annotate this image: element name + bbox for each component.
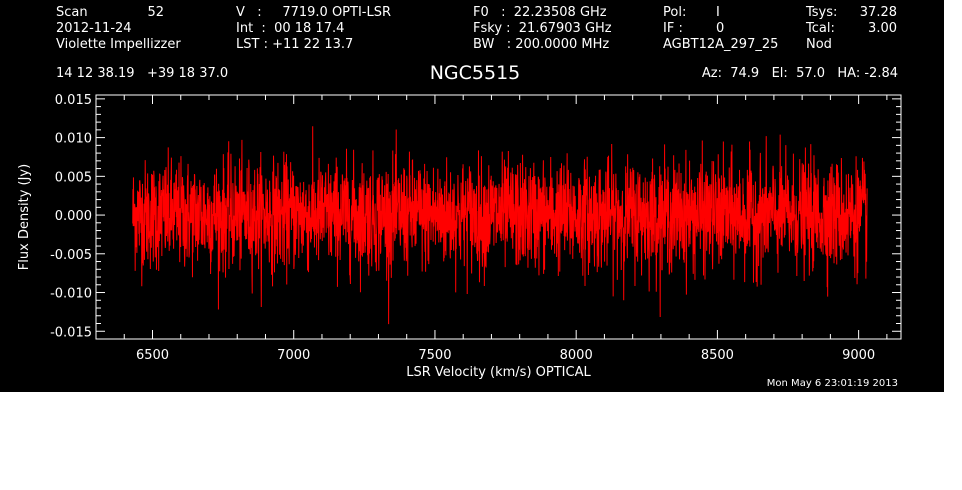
y-tick-label: 0.000	[55, 209, 92, 224]
x-tick-label: 6500	[136, 348, 169, 363]
y-tick-label: -0.005	[50, 248, 92, 263]
x-tick-label: 7000	[277, 348, 310, 363]
y-tick-label: 0.005	[55, 170, 92, 185]
x-tick-label: 7500	[418, 348, 451, 363]
y-tick-label: -0.010	[50, 287, 92, 302]
spectrum-trace	[132, 126, 868, 325]
plot-timestamp: Mon May 6 23:01:19 2013	[766, 378, 898, 389]
y-tick-label: 0.015	[55, 93, 92, 108]
spectrum-panel: Scan 52 2012-11-24 Violette Impellizzer …	[0, 0, 944, 392]
x-tick-label: 9000	[842, 348, 875, 363]
y-tick-label: -0.015	[50, 325, 92, 340]
x-tick-label: 8000	[560, 348, 593, 363]
spectrum-chart: 6500 7000 7500 8000 8500 9000 -0.015 -0.010 -0.0…	[17, 93, 902, 380]
y-tick-label: 0.010	[55, 132, 92, 147]
y-axis-label: Flux Density (Jy)	[17, 164, 32, 270]
x-axis-label: LSR Velocity (km/s) OPTICAL	[406, 365, 591, 380]
x-tick-label: 8500	[701, 348, 734, 363]
